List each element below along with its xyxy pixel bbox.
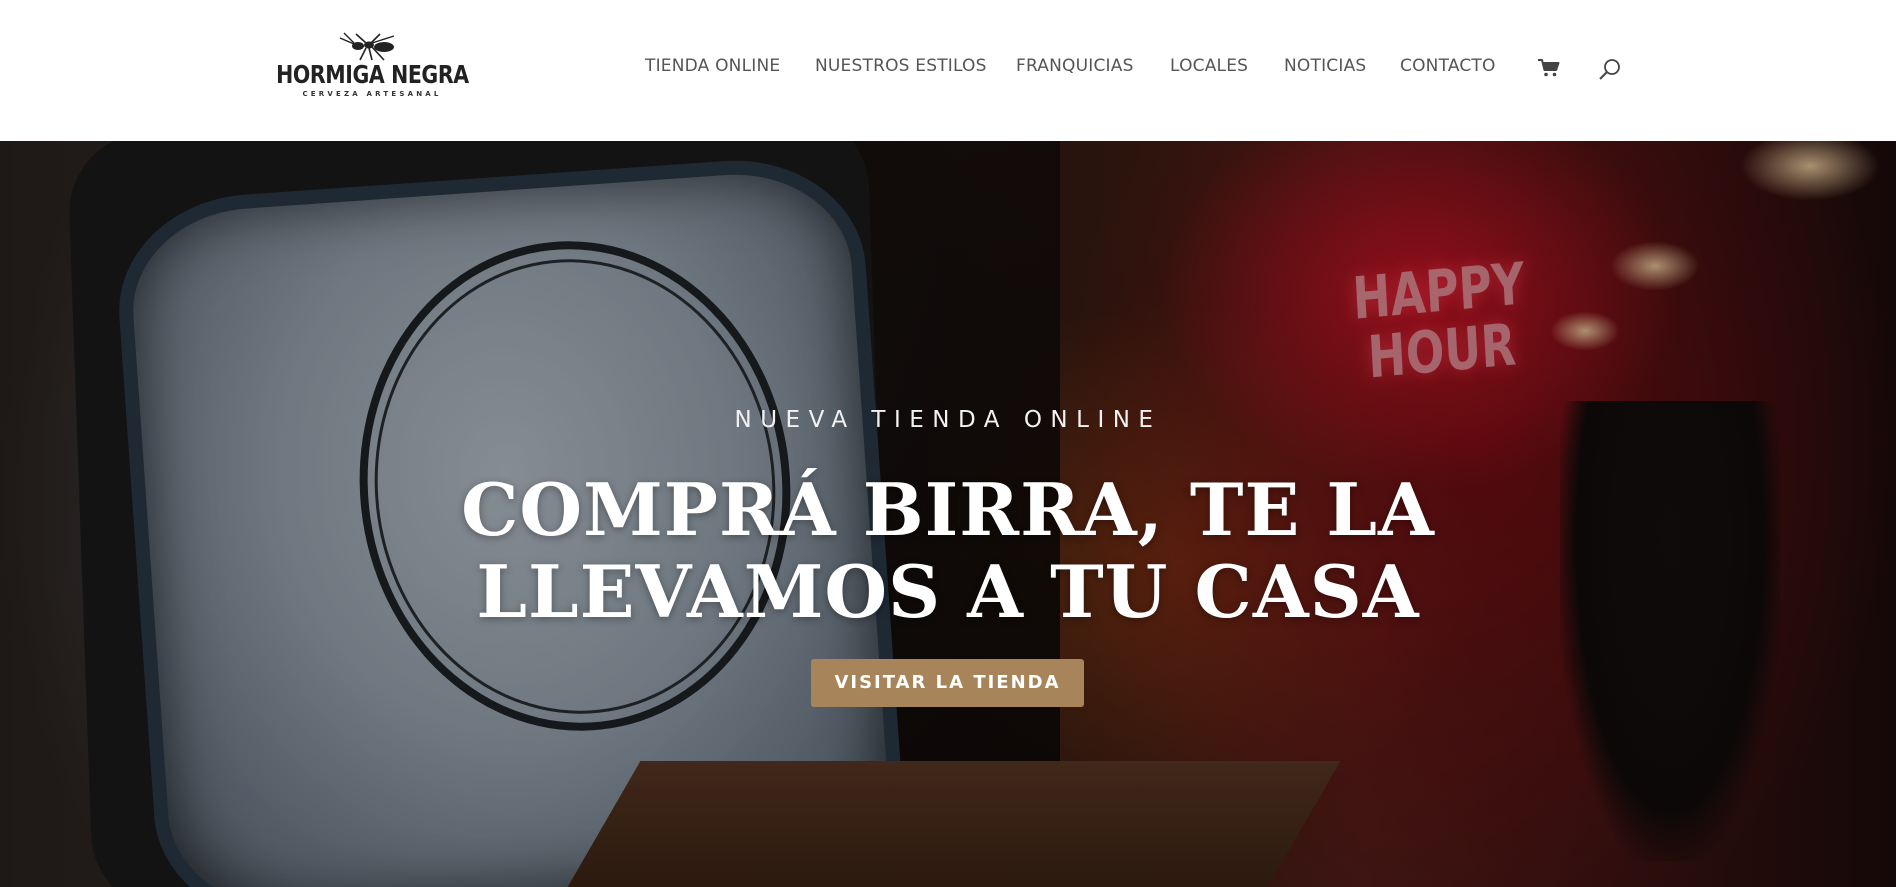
brand-tagline: CERVEZA ARTESANAL [302,90,442,98]
hero-banner: HAPPY HOUR NUEVA TIENDA ONLINE COMPRÁ BI… [0,141,1896,887]
cart-icon[interactable] [1537,58,1561,83]
nav-item-tienda-online[interactable]: TIENDA ONLINE [645,56,780,76]
site-header: HORMIGA NEGRA CERVEZA ARTESANAL TIENDA O… [0,0,1896,141]
hero-eyebrow: NUEVA TIENDA ONLINE [734,407,1162,433]
hero-title-line-1: COMPRÁ BIRRA, TE LA [461,467,1435,552]
nav-item-noticias[interactable]: NOTICIAS [1284,56,1366,76]
hero-title-line-2: LLEVAMOS A TU CASA [476,549,1420,634]
nav-item-locales[interactable]: LOCALES [1170,56,1248,76]
nav-item-franquicias[interactable]: FRANQUICIAS [1016,56,1134,76]
nav-item-contacto[interactable]: CONTACTO [1400,56,1496,76]
hero-title: COMPRÁ BIRRA, TE LA LLEVAMOS A TU CASA [398,469,1498,633]
nav-item-nuestros-estilos[interactable]: NUESTROS ESTILOS [815,56,987,76]
search-icon[interactable] [1598,58,1622,87]
main-nav: TIENDA ONLINE NUESTROS ESTILOS FRANQUICI… [0,56,1896,82]
visit-store-button[interactable]: VISITAR LA TIENDA [811,659,1084,707]
